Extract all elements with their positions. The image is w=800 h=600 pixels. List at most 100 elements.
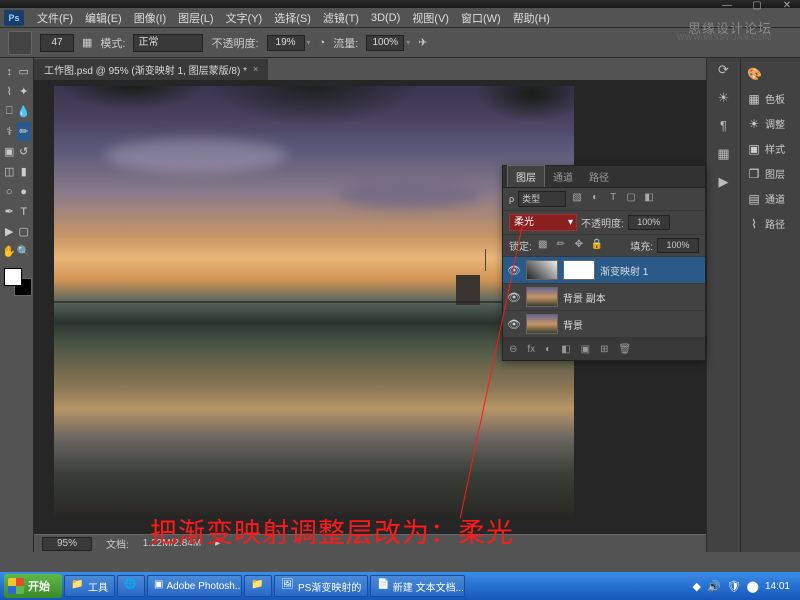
type-tool[interactable]: T xyxy=(17,202,32,221)
brush-tool[interactable]: ✏ xyxy=(17,122,32,141)
filter-type-icon[interactable]: T xyxy=(606,192,620,206)
filter-smart-icon[interactable]: ◧ xyxy=(642,192,656,206)
channels-tab[interactable]: 通道 xyxy=(545,166,581,187)
mask-thumbnail[interactable] xyxy=(563,260,595,280)
zoom-field[interactable]: 95% xyxy=(42,537,92,551)
tray-icon[interactable]: 🔊 xyxy=(707,580,721,593)
layer-name[interactable]: 背景 xyxy=(563,317,583,332)
fill-field[interactable]: 100% xyxy=(657,238,699,253)
styles-panel-tab[interactable]: ▣样式 xyxy=(741,136,800,161)
layer-name[interactable]: 背景 副本 xyxy=(563,290,606,305)
color-panel-tab[interactable]: 🎨 xyxy=(741,62,800,86)
taskbar-item[interactable]: 🌐 xyxy=(117,575,145,597)
shape-tool[interactable]: ▢ xyxy=(17,222,32,241)
layers-panel-tab[interactable]: ❐图层 xyxy=(741,161,800,186)
lock-pixels-icon[interactable]: ✏ xyxy=(554,239,568,253)
close-button[interactable]: ✕ xyxy=(778,0,796,8)
lock-transparent-icon[interactable]: ▩ xyxy=(536,239,550,253)
menu-3d[interactable]: 3D(D) xyxy=(366,10,405,26)
airbrush-icon[interactable]: ✈ xyxy=(418,36,427,49)
delete-layer-icon[interactable]: 🗑 xyxy=(619,344,632,355)
flow-field[interactable]: 100% xyxy=(366,35,404,51)
new-adjustment-icon[interactable]: ◧ xyxy=(561,344,570,355)
visibility-icon[interactable]: 👁 xyxy=(507,318,521,331)
color-swatches[interactable] xyxy=(4,268,32,296)
close-tab-icon[interactable]: × xyxy=(253,64,258,74)
brush-size-field[interactable]: 47 xyxy=(40,34,74,52)
gradient-tool[interactable]: ▮ xyxy=(17,162,32,181)
blend-mode-select[interactable]: 柔光 xyxy=(509,214,577,231)
tray-icon[interactable]: 🛡 xyxy=(727,580,741,593)
new-layer-icon[interactable]: ⊞ xyxy=(600,344,608,355)
eyedropper-tool[interactable]: 💧 xyxy=(17,102,32,121)
taskbar-item[interactable]: 📁 xyxy=(244,575,272,597)
lasso-tool[interactable]: ⌇ xyxy=(2,82,17,101)
paths-tab[interactable]: 路径 xyxy=(581,166,617,187)
layer-row[interactable]: 👁 背景 xyxy=(503,311,705,338)
crop-tool[interactable]: ⎕ xyxy=(2,102,17,121)
paragraph-panel-icon[interactable]: ¶ xyxy=(714,118,734,136)
menu-window[interactable]: 窗口(W) xyxy=(456,8,506,28)
layer-thumbnail[interactable] xyxy=(526,260,558,280)
menu-view[interactable]: 视图(V) xyxy=(407,8,454,28)
layer-name[interactable]: 渐变映射 1 xyxy=(600,263,648,278)
play-icon[interactable]: ▶ xyxy=(714,174,734,192)
filter-shape-icon[interactable]: ▢ xyxy=(624,192,638,206)
toggle-panel-icon[interactable]: ▦ xyxy=(82,36,92,49)
tray-icon[interactable]: ◆ xyxy=(693,580,701,593)
add-mask-icon[interactable]: ◐ xyxy=(545,344,551,355)
lock-position-icon[interactable]: ✥ xyxy=(572,239,586,253)
layer-opacity-field[interactable]: 100% xyxy=(628,215,670,230)
foreground-color[interactable] xyxy=(4,268,22,286)
chevron-down-icon[interactable]: ▾ xyxy=(406,38,410,47)
menu-type[interactable]: 文字(Y) xyxy=(221,8,268,28)
menu-select[interactable]: 选择(S) xyxy=(269,8,316,28)
paths-panel-tab[interactable]: ⌇路径 xyxy=(741,211,800,236)
dodge-tool[interactable]: ● xyxy=(17,182,32,201)
menu-filter[interactable]: 滤镜(T) xyxy=(318,8,364,28)
brightness-panel-icon[interactable]: ☀ xyxy=(714,90,734,108)
menu-file[interactable]: 文件(F) xyxy=(32,8,78,28)
swatches-panel-tab[interactable]: ▦色板 xyxy=(741,86,800,111)
chevron-down-icon[interactable]: ▾ xyxy=(307,38,311,47)
wand-tool[interactable]: ✦ xyxy=(17,82,32,101)
maximize-button[interactable]: ▢ xyxy=(748,0,766,8)
zoom-tool[interactable]: 🔍 xyxy=(17,242,32,261)
filter-type-select[interactable]: 类型 xyxy=(518,191,566,207)
visibility-icon[interactable]: 👁 xyxy=(507,291,521,304)
filter-pixel-icon[interactable]: ▧ xyxy=(570,192,584,206)
canvas[interactable] xyxy=(54,86,574,516)
taskbar-item[interactable]: 📁工具 xyxy=(64,575,115,597)
link-layers-icon[interactable]: ⊖ xyxy=(509,344,517,355)
taskbar-item[interactable]: 📄新建 文本文档... xyxy=(370,575,465,597)
minimize-button[interactable]: — xyxy=(718,0,736,8)
taskbar-item[interactable]: 🖼PS渐变映射的 xyxy=(274,575,368,597)
layers-tab[interactable]: 图层 xyxy=(507,165,545,187)
channels-panel-tab[interactable]: ▤通道 xyxy=(741,186,800,211)
swatches-panel-icon[interactable]: ▦ xyxy=(714,146,734,164)
eraser-tool[interactable]: ◫ xyxy=(2,162,17,181)
tool-preset-icon[interactable] xyxy=(8,31,32,55)
blend-mode-select[interactable]: 正常 xyxy=(133,34,203,52)
menu-layer[interactable]: 图层(L) xyxy=(173,8,218,28)
move-tool[interactable]: ↕ xyxy=(2,62,17,81)
path-select-tool[interactable]: ▶ xyxy=(2,222,17,241)
pressure-opacity-icon[interactable]: ◔ xyxy=(319,37,326,49)
layer-row[interactable]: 👁 渐变映射 1 xyxy=(503,257,705,284)
pen-tool[interactable]: ✒ xyxy=(2,202,17,221)
history-panel-icon[interactable]: ⟳ xyxy=(714,62,734,80)
app-logo[interactable]: Ps xyxy=(4,10,24,26)
stamp-tool[interactable]: ▣ xyxy=(2,142,17,161)
tray-icon[interactable]: ⬤ xyxy=(747,580,759,593)
opacity-field[interactable]: 19% xyxy=(267,35,305,51)
start-button[interactable]: 开始 xyxy=(4,574,62,598)
adjust-panel-tab[interactable]: ☀调整 xyxy=(741,111,800,136)
document-tab[interactable]: 工作图.psd @ 95% (渐变映射 1, 图层蒙版/8) * × xyxy=(34,59,268,80)
layer-row[interactable]: 👁 背景 副本 xyxy=(503,284,705,311)
layer-thumbnail[interactable] xyxy=(526,287,558,307)
history-brush-tool[interactable]: ↺ xyxy=(17,142,32,161)
menu-image[interactable]: 图像(I) xyxy=(129,8,171,28)
heal-tool[interactable]: ⚕ xyxy=(2,122,17,141)
layer-thumbnail[interactable] xyxy=(526,314,558,334)
menu-help[interactable]: 帮助(H) xyxy=(508,8,555,28)
